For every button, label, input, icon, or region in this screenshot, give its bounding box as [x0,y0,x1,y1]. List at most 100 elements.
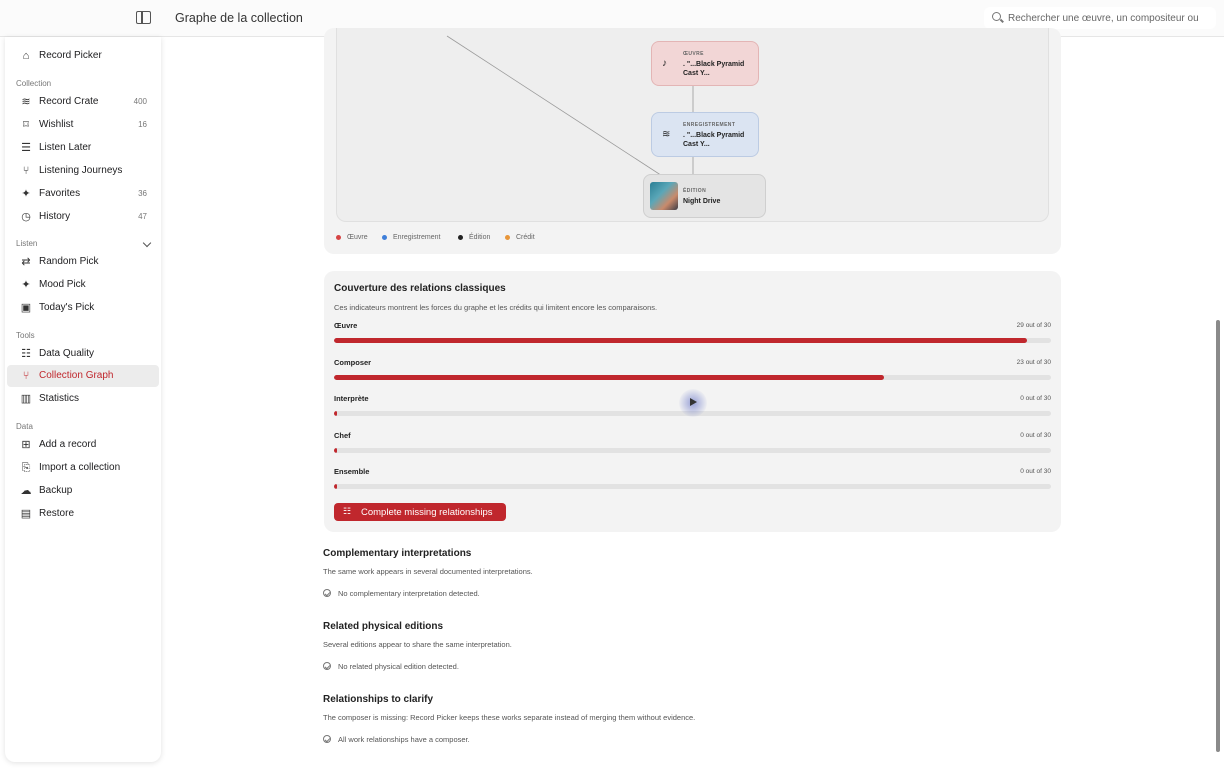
sidebar-item-add-record[interactable]: ⊞ Add a record [7,434,159,456]
section-label-collection: Collection [16,79,52,88]
branch-icon: ⑂ [22,165,30,177]
sidebar-item-listen-later[interactable]: ☰ Listen Later [7,137,159,159]
section-description: The composer is missing: Record Picker k… [323,713,696,722]
metric-value: 29 out of 30 [1016,322,1051,329]
sidebar-item-label: Data Quality [39,348,95,359]
sidebar-item-label: Collection Graph [39,370,114,381]
metric-chef: Chef 0 out of 30 [334,431,1051,461]
sidebar-item-label: History [39,211,71,222]
sidebar-item-favorites[interactable]: ✦ Favorites 36 [7,183,159,205]
sidebar-item-import-collection[interactable]: ⎘ Import a collection [7,457,159,479]
legend-dot [458,235,463,240]
add-record-icon: ⊞ [21,439,31,451]
home-icon: ⌂ [22,50,30,62]
graph-node-enregistrement[interactable]: ≋ ENREGISTREMENT . "...Black Pyramid Cas… [651,112,759,157]
sidebar-item-label: Mood Pick [39,279,86,290]
metric-value: 0 out of 30 [1020,395,1051,402]
metric-label: Œuvre [334,321,358,330]
sidebar-item-random-pick[interactable]: ⇄ Random Pick [7,251,159,273]
metric-composer: Composer 23 out of 30 [334,358,1051,388]
legend-dot [336,235,341,240]
sidebar-item-mood-pick[interactable]: ✦ Mood Pick [7,274,159,296]
sidebar-item-label: Listening Journeys [39,165,123,176]
coverage-title: Couverture des relations classiques [334,283,506,294]
sidebar-item-wishlist[interactable]: ⌑ Wishlist 16 [7,114,159,136]
count-badge: 16 [138,120,147,129]
sidebar-item-todays-pick[interactable]: ▣ Today's Pick [7,297,159,319]
metric-value: 0 out of 30 [1020,468,1051,475]
progress-fill [334,411,337,416]
node-name: . "...Black Pyramid Cast Y... [683,132,745,148]
sidebar-item-label: Import a collection [39,462,121,473]
section-title: Relationships to clarify [323,694,434,705]
legend-label: Œuvre [347,234,368,241]
node-kind: ŒUVRE [683,51,704,57]
node-name: Night Drive [683,198,721,205]
legend-dot [505,235,510,240]
cursor-icon [690,398,697,406]
sidebar-item-label: Listen Later [39,142,92,153]
scrollbar[interactable] [1216,320,1220,752]
section-status: No related physical edition detected. [338,662,459,671]
metric-value: 23 out of 30 [1016,359,1051,366]
list-icon: ☰ [21,142,31,154]
node-name: . "...Black Pyramid Cast Y... [683,61,745,77]
checklist-icon: ☷ [343,506,352,516]
section-label-listen: Listen [16,239,38,248]
section-title: Related physical editions [323,621,444,632]
check-circle-icon [323,589,331,597]
progress-fill [334,448,337,453]
check-circle-icon [323,735,331,743]
section-status: No complementary interpretation detected… [338,589,480,598]
shuffle-icon: ⇄ [21,256,31,268]
sidebar-item-record-picker[interactable]: ⌂ Record Picker [7,45,159,67]
section-label-tools: Tools [16,331,35,340]
graph-node-edition[interactable]: ÉDITION Night Drive [643,174,766,218]
progress-fill [334,484,337,489]
progress-track [334,484,1051,489]
graph-node-oeuvre[interactable]: ♪ ŒUVRE . "...Black Pyramid Cast Y... [651,41,759,86]
bar-chart-icon: ▥ [20,393,32,405]
sidebar-item-label: Random Pick [39,256,99,267]
complete-missing-relationships-button[interactable]: ☷ Complete missing relationships [334,503,506,521]
search-icon [992,12,1001,21]
sidebar-item-label: Backup [39,485,73,496]
graph-card: ♪ ŒUVRE . "...Black Pyramid Cast Y... ≋ … [324,28,1061,254]
metric-label: Composer [334,358,372,367]
sidebar-item-collection-graph[interactable]: ⑂ Collection Graph [7,365,159,387]
import-icon: ⎘ [21,462,31,474]
sparkle-icon: ✦ [21,279,31,291]
search-input[interactable] [1008,10,1208,26]
sidebar-item-label: Restore [39,508,75,519]
sidebar-item-label: Record Crate [39,96,99,107]
coverage-subtitle: Ces indicateurs montrent les forces du g… [334,303,658,312]
section-title: Complementary interpretations [323,548,472,559]
sidebar: ⌂ Record Picker Collection ≋ Record Crat… [5,37,161,762]
graph-canvas[interactable]: ♪ ŒUVRE . "...Black Pyramid Cast Y... ≋ … [336,28,1049,222]
sidebar-item-statistics[interactable]: ▥ Statistics [7,388,159,410]
count-badge: 400 [133,97,147,106]
metric-ensemble: Ensemble 0 out of 30 [334,467,1051,497]
node-kind: ENREGISTREMENT [683,122,736,128]
graph-icon: ⑂ [22,370,30,382]
metric-oeuvre: Œuvre 29 out of 30 [334,321,1051,351]
section-label-data: Data [16,422,33,431]
chevron-down-icon[interactable] [142,238,152,248]
count-badge: 36 [138,189,147,198]
search-field[interactable] [984,7,1216,29]
section-description: Several editions appear to share the sam… [323,640,512,649]
progress-fill [334,375,884,380]
sidebar-item-label: Wishlist [39,119,74,130]
archive-icon: ▤ [20,508,32,520]
page-title: Graphe de la collection [175,11,303,25]
sidebar-item-backup[interactable]: ☁ Backup [7,480,159,502]
sidebar-item-history[interactable]: ◷ History 47 [7,206,159,228]
sidebar-item-data-quality[interactable]: ☷ Data Quality [7,343,159,365]
button-label: Complete missing relationships [361,506,493,518]
progress-track [334,448,1051,453]
sidebar-item-listening-journeys[interactable]: ⑂ Listening Journeys [7,160,159,182]
sidebar-toggle-icon[interactable] [136,11,151,24]
sidebar-item-record-crate[interactable]: ≋ Record Crate 400 [7,91,159,113]
calendar-icon: ▣ [20,302,32,314]
sidebar-item-restore[interactable]: ▤ Restore [7,503,159,525]
